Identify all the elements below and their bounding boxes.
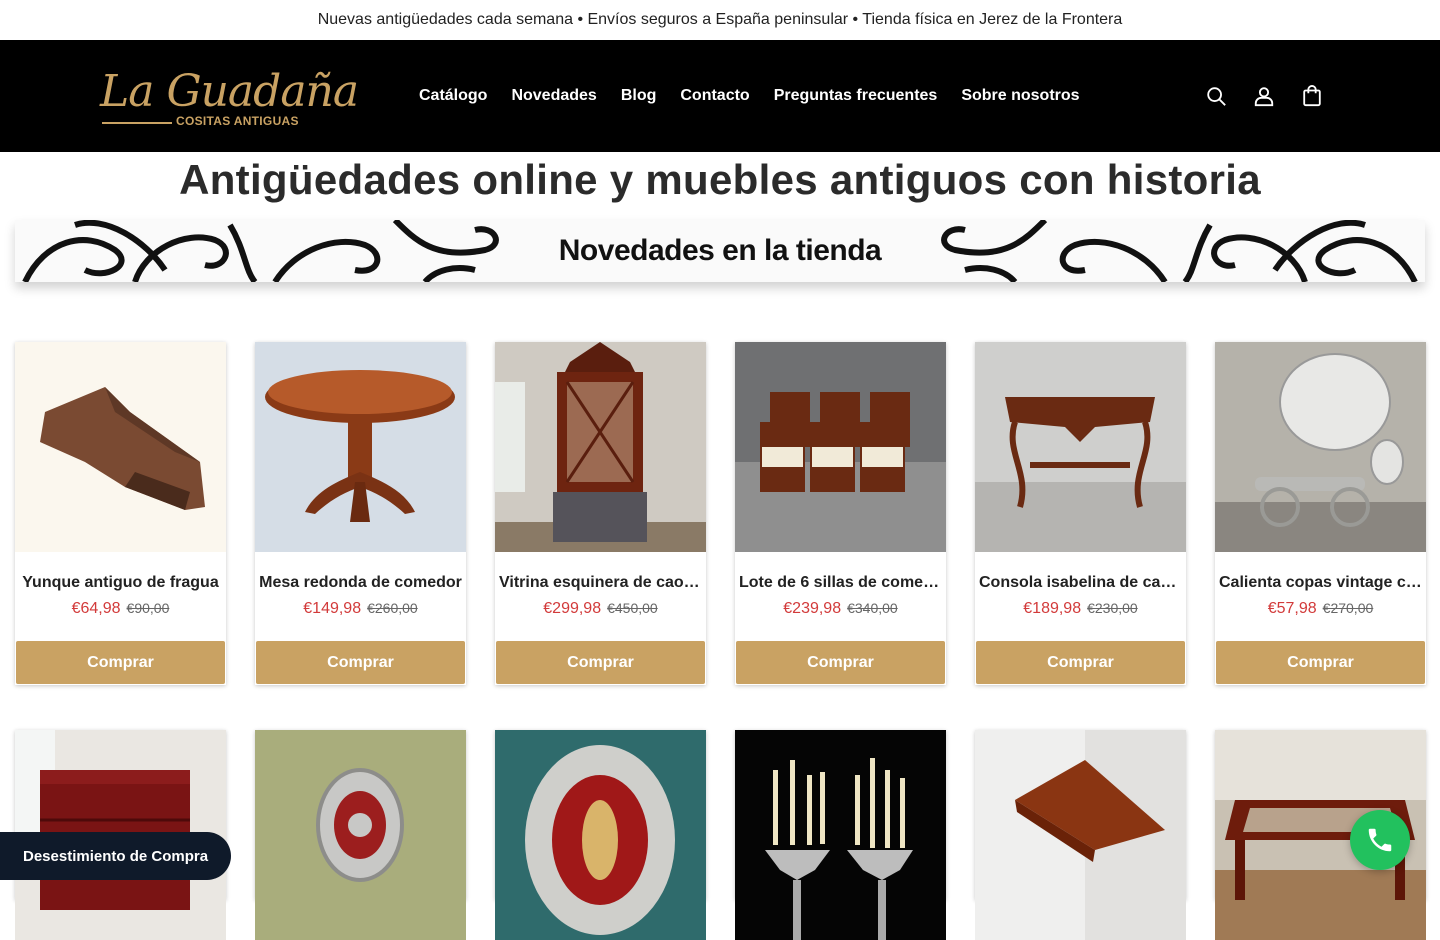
product-image[interactable] [255, 730, 466, 940]
nav-faq[interactable]: Preguntas frecuentes [774, 87, 938, 105]
main-nav: Catálogo Novedades Blog Contacto Pregunt… [419, 40, 1080, 152]
logo-subtitle: COSITAS ANTIGUAS [176, 114, 299, 128]
logo-script: La Guadaña [100, 66, 359, 117]
product-card[interactable]: Consola isabelina de caoba €189,98 €230,0… [975, 342, 1186, 685]
product-card[interactable]: Mesa redonda de comedor €149,98 €260,00 C… [255, 342, 466, 685]
search-icon[interactable] [1204, 84, 1228, 108]
product-name[interactable]: Vitrina esquinera de caoba [495, 574, 706, 592]
product-prices: €299,98 €450,00 [495, 600, 706, 618]
whatsapp-icon[interactable] [1350, 810, 1410, 870]
nav-catalogo[interactable]: Catálogo [419, 87, 487, 105]
withdraw-purchase-button[interactable]: Desestimiento de Compra [0, 832, 231, 880]
product-name[interactable]: Consola isabelina de caoba [975, 574, 1186, 592]
nav-contacto[interactable]: Contacto [680, 87, 749, 105]
announcement-bar: Nuevas antigüedades cada semana • Envíos… [0, 0, 1440, 40]
user-icon[interactable] [1252, 84, 1276, 108]
product-image[interactable] [15, 342, 226, 552]
page-title: Antigüedades online y muebles antiguos c… [179, 156, 1261, 203]
logo-underline [102, 122, 172, 124]
product-image[interactable] [975, 730, 1186, 940]
product-price: €64,98 [71, 600, 121, 617]
product-name[interactable]: Yunque antiguo de fragua [15, 574, 226, 592]
product-name[interactable]: Calienta copas vintage con cañón [1215, 574, 1426, 592]
buy-button[interactable]: Comprar [496, 641, 705, 684]
product-prices: €57,98 €270,00 [1215, 600, 1426, 618]
nav-blog[interactable]: Blog [621, 87, 657, 105]
nav-sobre-nosotros[interactable]: Sobre nosotros [961, 87, 1079, 105]
buy-button[interactable]: Comprar [976, 641, 1185, 684]
product-card[interactable]: Lote de 6 sillas de comedor €239,98 €340,… [735, 342, 946, 685]
product-prices: €239,98 €340,00 [735, 600, 946, 618]
product-image[interactable] [495, 730, 706, 940]
product-card[interactable] [735, 730, 946, 940]
site-header: La Guadaña COSITAS ANTIGUAS Catálogo Nov… [0, 40, 1440, 152]
buy-button[interactable]: Comprar [736, 641, 945, 684]
buy-button[interactable]: Comprar [16, 641, 225, 684]
product-image[interactable] [735, 730, 946, 940]
buy-button[interactable]: Comprar [1216, 641, 1425, 684]
product-card[interactable]: Yunque antiguo de fragua €64,98 €90,00 Co… [15, 342, 226, 685]
banner-title: Novedades en la tienda [558, 234, 882, 267]
product-old-price: €340,00 [847, 600, 898, 616]
product-old-price: €230,00 [1087, 600, 1138, 616]
novedades-banner: Novedades en la tienda [15, 220, 1425, 282]
product-image[interactable] [735, 342, 946, 552]
product-image[interactable] [1215, 342, 1426, 552]
announcement-text: Nuevas antigüedades cada semana • Envíos… [317, 11, 1123, 28]
product-prices: €149,98 €260,00 [255, 600, 466, 618]
product-card[interactable]: Vitrina esquinera de caoba €299,98 €450,0… [495, 342, 706, 685]
product-image[interactable] [495, 342, 706, 552]
shopping-bag-icon[interactable] [1300, 84, 1324, 108]
product-name[interactable]: Mesa redonda de comedor [255, 574, 466, 592]
product-card[interactable] [255, 730, 466, 940]
product-price: €149,98 [303, 600, 362, 617]
buy-button[interactable]: Comprar [256, 641, 465, 684]
product-price: €239,98 [783, 600, 842, 617]
product-old-price: €90,00 [126, 600, 170, 616]
nav-novedades[interactable]: Novedades [511, 87, 596, 105]
product-old-price: €450,00 [607, 600, 658, 616]
product-card[interactable]: Calienta copas vintage con cañón €57,98€… [1215, 342, 1426, 685]
product-old-price: €260,00 [367, 600, 418, 616]
product-card[interactable] [975, 730, 1186, 940]
product-prices: €189,98 €230,00 [975, 600, 1186, 618]
header-icons [1204, 40, 1324, 152]
product-image[interactable] [975, 342, 1186, 552]
product-prices: €64,98 €90,00 [15, 600, 226, 618]
product-image[interactable] [255, 342, 466, 552]
product-old-price: €270,00 [1322, 600, 1374, 616]
product-card[interactable] [495, 730, 706, 940]
product-name[interactable]: Lote de 6 sillas de comedor [735, 574, 946, 592]
product-price: €57,98 [1267, 600, 1317, 617]
product-price: €189,98 [1023, 600, 1082, 617]
product-price: €299,98 [543, 600, 602, 617]
site-logo[interactable]: La Guadaña COSITAS ANTIGUAS [100, 64, 359, 134]
